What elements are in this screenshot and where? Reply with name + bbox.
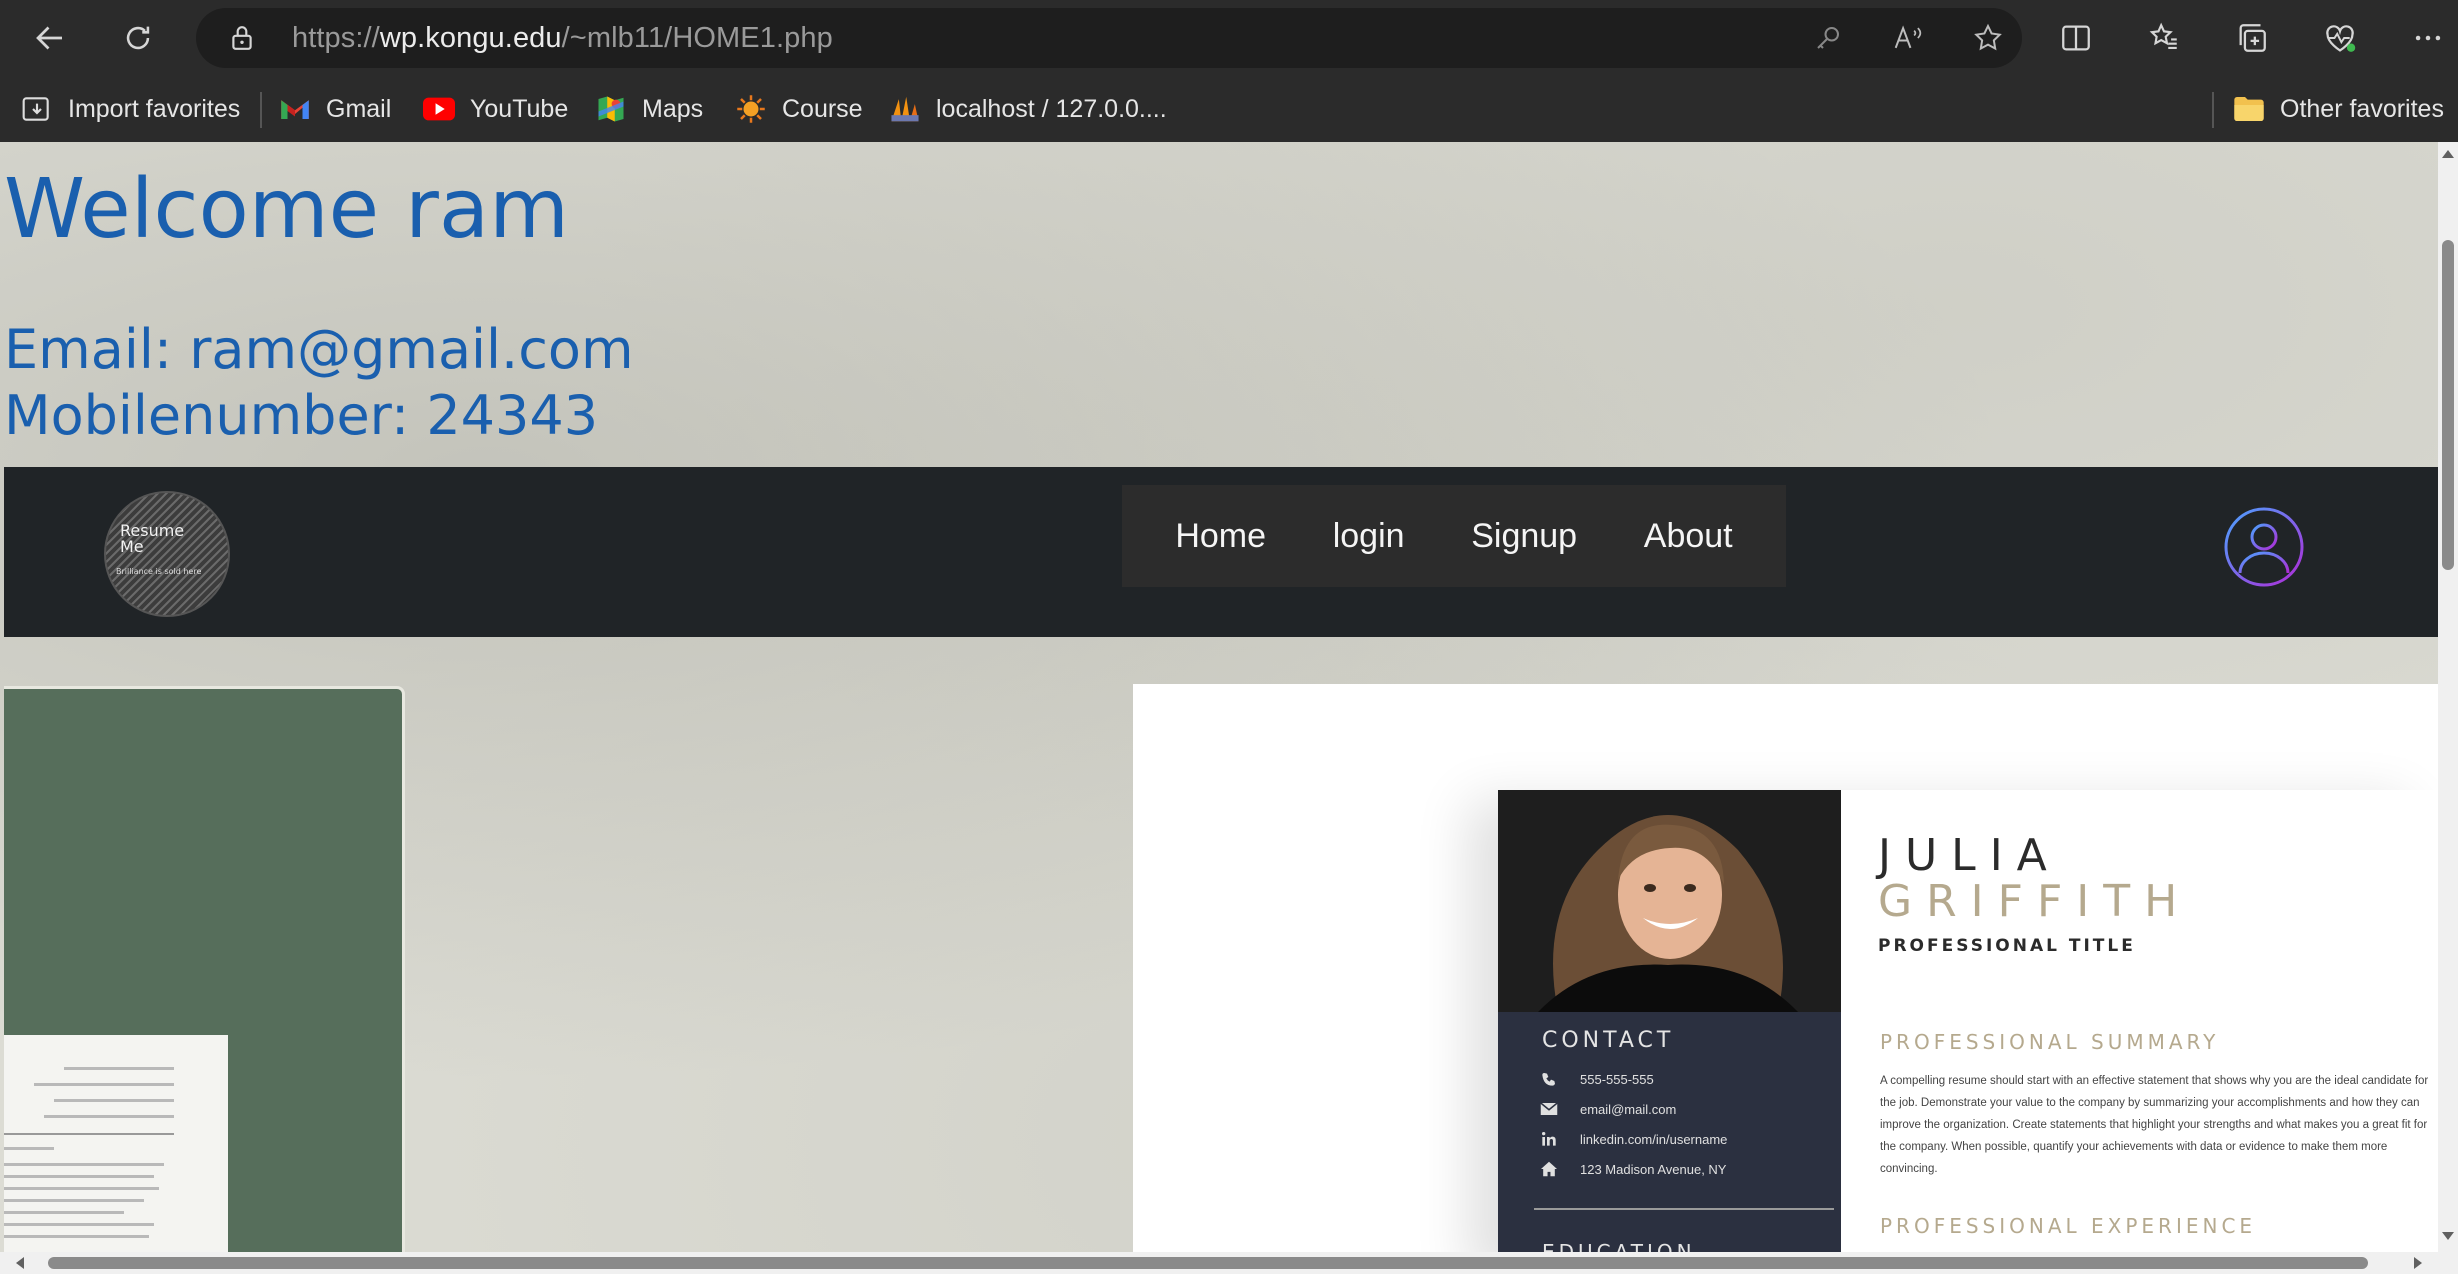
url-text: https://wp.kongu.edu/~mlb11/HOME1.php [292, 22, 833, 54]
horizontal-scrollbar[interactable] [0, 1252, 2438, 1274]
resume-preview: CONTACT 555-555-555 email@mail.com linke… [1498, 790, 2438, 1252]
summary-heading: PROFESSIONAL SUMMARY [1880, 1030, 2220, 1054]
star-favorite-icon[interactable] [1968, 18, 2008, 58]
nav-about-link[interactable]: About [1644, 517, 1733, 556]
sidebar-divider [1534, 1208, 1834, 1210]
contact-address: 123 Madison Avenue, NY [1538, 1160, 1726, 1178]
youtube-icon [422, 92, 456, 126]
scrollbar-corner [2438, 1252, 2458, 1274]
home-icon [1538, 1160, 1560, 1178]
mobile-label: Mobilenumber: [4, 384, 410, 447]
favorites-icon[interactable] [2138, 12, 2190, 64]
contact-phone: 555-555-555 [1538, 1070, 1654, 1088]
read-aloud-icon[interactable] [1888, 18, 1928, 58]
key-icon[interactable] [1808, 18, 1848, 58]
favorites-bar: Import favorites Gmail YouTube Maps Cour… [0, 76, 2458, 143]
resume-template-card-right[interactable]: CONTACT 555-555-555 email@mail.com linke… [1133, 684, 2438, 1252]
mail-icon [1538, 1100, 1560, 1118]
education-heading: EDUCATION [1542, 1240, 1696, 1252]
fav-label: Course [782, 94, 863, 123]
favorites-divider [2212, 92, 2214, 128]
linkedin-icon [1538, 1130, 1560, 1148]
resume-thumbnail [4, 1035, 228, 1252]
welcome-heading: Welcome ram [4, 162, 569, 257]
phpmyadmin-icon [888, 92, 922, 126]
logo-tagline: Brilliance is sold here [116, 567, 202, 576]
resume-template-card-left[interactable] [4, 686, 405, 1252]
address-bar[interactable]: https://wp.kongu.edu/~mlb11/HOME1.php [196, 8, 2022, 68]
fav-label: YouTube [470, 94, 569, 123]
resume-first-name: JULIA [1878, 830, 2061, 881]
fav-label: Import favorites [68, 94, 241, 123]
back-arrow-icon[interactable] [24, 12, 76, 64]
fav-label: Maps [642, 94, 704, 123]
site-navbar: Resume Me Brilliance is sold here Home lo… [4, 467, 2438, 637]
logo-text: Resume Me [120, 521, 185, 556]
folder-icon [2232, 92, 2266, 126]
horizontal-scroll-thumb[interactable] [48, 1257, 2368, 1269]
fav-label: Gmail [326, 94, 392, 123]
scroll-up-arrow-icon[interactable] [2442, 150, 2454, 158]
resume-professional-title: PROFESSIONAL TITLE [1878, 936, 2136, 956]
fav-gmail[interactable]: Gmail [278, 76, 391, 142]
resume-sidebar: CONTACT 555-555-555 email@mail.com linke… [1498, 790, 1841, 1252]
mobile-value: 24343 [426, 384, 599, 447]
fav-youtube[interactable]: YouTube [422, 76, 568, 142]
browser-essentials-icon[interactable] [2314, 12, 2366, 64]
fav-maps[interactable]: Maps [594, 76, 703, 142]
contact-linkedin: linkedin.com/in/username [1538, 1130, 1727, 1148]
nav-signup-link[interactable]: Signup [1471, 517, 1577, 556]
vertical-scroll-thumb[interactable] [2442, 240, 2454, 570]
browser-toolbar: https://wp.kongu.edu/~mlb11/HOME1.php [0, 0, 2458, 76]
refresh-icon[interactable] [112, 12, 164, 64]
fav-course[interactable]: Course [734, 76, 863, 142]
nav-menu: Home login Signup About [1122, 485, 1786, 587]
lock-icon[interactable] [226, 22, 258, 54]
scroll-right-arrow-icon[interactable] [2414, 1257, 2422, 1269]
email-line: Email: ram@gmail.com [4, 318, 634, 381]
fav-label: localhost / 127.0.0.... [936, 94, 1167, 123]
gmail-icon [278, 92, 312, 126]
nav-login-link[interactable]: login [1333, 517, 1405, 556]
scroll-left-arrow-icon[interactable] [16, 1257, 24, 1269]
fav-label: Other favorites [2280, 94, 2444, 123]
page-viewport: Welcome ram Email: ram@gmail.com Mobilen… [0, 142, 2438, 1252]
phone-icon [1538, 1070, 1560, 1088]
experience-heading: PROFESSIONAL EXPERIENCE [1880, 1214, 2257, 1238]
more-menu-icon[interactable] [2402, 12, 2454, 64]
email-value: ram@gmail.com [189, 318, 634, 381]
scroll-down-arrow-icon[interactable] [2442, 1232, 2454, 1240]
split-screen-icon[interactable] [2050, 12, 2102, 64]
favorites-divider [260, 92, 262, 128]
user-account-icon[interactable] [2222, 505, 2306, 589]
import-icon [20, 92, 54, 126]
resume-last-name: GRIFFITH [1878, 876, 2192, 927]
contact-heading: CONTACT [1542, 1028, 1675, 1053]
maps-icon [594, 92, 628, 126]
fav-other-favorites[interactable]: Other favorites [2232, 76, 2444, 142]
mobile-line: Mobilenumber: 24343 [4, 384, 598, 447]
summary-text: A compelling resume should start with an… [1880, 1075, 2429, 1175]
profile-photo [1498, 790, 1841, 1012]
course-icon [734, 92, 768, 126]
nav-home-link[interactable]: Home [1175, 517, 1266, 556]
fav-localhost[interactable]: localhost / 127.0.0.... [888, 76, 1167, 142]
contact-email: email@mail.com [1538, 1100, 1676, 1118]
site-logo[interactable]: Resume Me Brilliance is sold here [104, 491, 230, 617]
fav-import-favorites[interactable]: Import favorites [20, 76, 240, 142]
email-label: Email: [4, 318, 173, 381]
vertical-scrollbar[interactable] [2438, 142, 2458, 1252]
collections-icon[interactable] [2226, 12, 2278, 64]
